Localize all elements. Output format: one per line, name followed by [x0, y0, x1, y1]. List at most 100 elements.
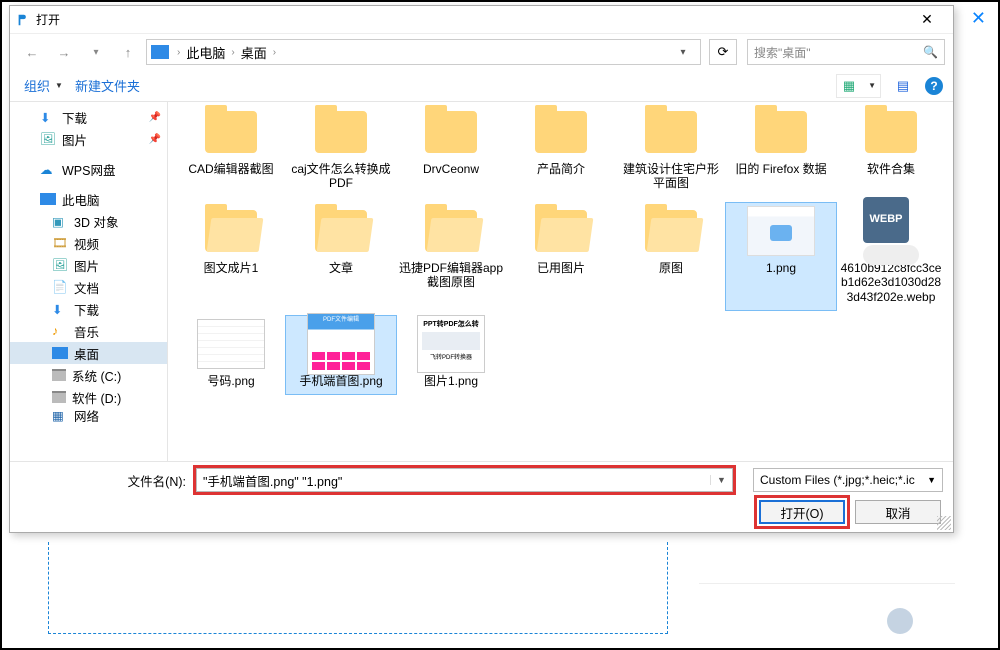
nav-forward-button[interactable]: → [50, 39, 78, 65]
watermark: 路由器luyouqi.com [887, 605, 978, 636]
pin-icon: 📌 [149, 134, 161, 145]
file-item[interactable]: PPT转PDF怎么转飞转PDF转换器图片1.png [396, 316, 506, 394]
filename-label: 文件名(N): [20, 471, 190, 490]
sidebar-item-drive[interactable]: 系统 (C:) [10, 364, 167, 386]
filename-history-dropdown[interactable]: ▼ [710, 475, 732, 485]
chevron-right-icon: › [269, 47, 280, 58]
open-dialog: 打开 ✕ ← → ▾ ↑ › 此电脑 › 桌面 › ▾ ⟳ 搜索"桌面" 🔍 组… [9, 5, 954, 533]
file-item[interactable]: PDF文件编辑手机端首图.png [286, 316, 396, 394]
folder-icon [636, 106, 706, 158]
open-button[interactable]: 打开(O) [759, 500, 845, 524]
folder-item[interactable]: 已用图片 [506, 203, 616, 310]
file-name: 建筑设计住宅户形平面图 [618, 162, 724, 191]
folder-icon [416, 106, 486, 158]
file-item[interactable]: 1.png [726, 203, 836, 310]
file-item[interactable]: 号码.png [176, 316, 286, 394]
folder-icon [856, 106, 926, 158]
refresh-button[interactable]: ⟳ [709, 39, 737, 65]
cancel-button[interactable]: 取消 [855, 500, 941, 524]
file-thumbnail [196, 318, 266, 370]
dialog-title: 打开 [36, 11, 60, 28]
sidebar-item-label: 桌面 [74, 344, 99, 363]
sidebar-item-download[interactable]: ⬇下载📌 [10, 106, 167, 128]
folder-item[interactable]: DrvCeonw [396, 104, 506, 197]
navbar: ← → ▾ ↑ › 此电脑 › 桌面 › ▾ ⟳ 搜索"桌面" 🔍 [10, 34, 953, 70]
folder-item[interactable]: 产品简介 [506, 104, 616, 197]
preview-pane-button[interactable]: ▤ [891, 75, 915, 97]
file-name: DrvCeonw [398, 162, 504, 176]
file-name: 已用图片 [508, 261, 614, 275]
folder-icon [526, 106, 596, 158]
sidebar-item-label: 音乐 [74, 322, 99, 341]
file-name: 产品简介 [508, 162, 614, 176]
sidebar-item-video[interactable]: 🎞视频 [10, 232, 167, 254]
view-mode-button[interactable]: ▦▼ [836, 74, 881, 98]
file-grid[interactable]: CAD编辑器截图 caj文件怎么转换成PDF DrvCeonw 产品简介建筑设计住宅户… [168, 102, 953, 461]
sidebar-item-3d[interactable]: ▣3D 对象 [10, 210, 167, 232]
folder-item[interactable]: 建筑设计住宅户形平面图 [616, 104, 726, 197]
resize-grip[interactable] [937, 516, 951, 530]
sidebar-item-doc[interactable]: 📄文档 [10, 276, 167, 298]
folder-icon [526, 205, 596, 257]
sidebar-item-pc[interactable]: 此电脑 [10, 188, 167, 210]
organize-menu[interactable]: 组织▼ [20, 74, 67, 97]
file-name: 手机端首图.png [288, 374, 394, 388]
close-button[interactable]: ✕ [907, 11, 947, 28]
file-name: 原图 [618, 261, 724, 275]
sidebar-item-download[interactable]: ⬇下载 [10, 298, 167, 320]
nav-history-button[interactable]: ▾ [82, 39, 110, 65]
doc-icon: 📄 [52, 280, 68, 294]
titlebar: 打开 ✕ [10, 6, 953, 34]
sidebar-item-label: 图片 [74, 256, 99, 275]
sidebar-item-label: 下载 [74, 300, 99, 319]
sidebar-item-drive[interactable]: 软件 (D:) [10, 386, 167, 408]
sidebar-item-desktop[interactable]: 桌面 [10, 342, 167, 364]
folder-item[interactable]: 软件合集 [836, 104, 946, 197]
nav-back-button[interactable]: ← [18, 39, 46, 65]
folder-item[interactable]: caj文件怎么转换成PDF [286, 104, 396, 197]
toolbar: 组织▼ 新建文件夹 ▦▼ ▤ ? [10, 70, 953, 102]
folder-item[interactable]: 文章 [286, 203, 396, 310]
file-type-filter[interactable]: Custom Files (*.jpg;*.heic;*.ic▼ [753, 468, 943, 492]
folder-item[interactable]: 迅捷PDF编辑器app截图原图 [396, 203, 506, 310]
breadcrumb-root[interactable]: 此电脑 [186, 43, 225, 62]
file-thumbnail: PDF文件编辑 [306, 318, 376, 370]
music-icon: ♪ [52, 324, 68, 338]
wps-icon: ☁ [40, 162, 56, 176]
folder-item[interactable]: 图文成片1 [176, 203, 286, 310]
sidebar-item-music[interactable]: ♪ 音乐 [10, 320, 167, 342]
location-icon [151, 45, 169, 59]
file-name: CAD编辑器截图 [178, 162, 284, 176]
nav-up-button[interactable]: ↑ [114, 39, 142, 65]
folder-icon [306, 205, 376, 257]
file-name: 软件合集 [838, 162, 944, 176]
bottom-bar: 文件名(N): ▼ Custom Files (*.jpg;*.heic;*.i… [10, 461, 953, 532]
sidebar-item-picture[interactable]: 🖼图片 [10, 254, 167, 276]
sidebar-item-net[interactable]: ▦网络 [10, 408, 167, 422]
folder-item[interactable]: 原图 [616, 203, 726, 310]
folder-item[interactable]: CAD编辑器截图 [176, 104, 286, 197]
sidebar-item-label: 图片 [62, 130, 87, 149]
sidebar-item-label: 下载 [62, 108, 87, 127]
file-item[interactable]: WEBP4610b912c8fcc3ceb1d62e3d1030d283d43f… [836, 203, 946, 310]
file-name: caj文件怎么转换成PDF [288, 162, 394, 191]
sidebar-item-label: 此电脑 [62, 190, 100, 209]
filename-input[interactable] [197, 469, 710, 491]
file-name: 图片1.png [398, 374, 504, 388]
file-name: 旧的 Firefox 数据 [728, 162, 834, 176]
sidebar-item-wps[interactable]: ☁WPS网盘 [10, 158, 167, 180]
breadcrumb[interactable]: › 此电脑 › 桌面 › ▾ [146, 39, 701, 65]
drive-icon [52, 369, 66, 381]
breadcrumb-dropdown[interactable]: ▾ [670, 47, 696, 58]
breadcrumb-folder[interactable]: 桌面 [241, 43, 267, 62]
search-input[interactable]: 搜索"桌面" 🔍 [747, 39, 945, 65]
folder-item[interactable]: 旧的 Firefox 数据 [726, 104, 836, 197]
new-folder-button[interactable]: 新建文件夹 [71, 74, 144, 97]
sidebar-item-label: 软件 (D:) [72, 388, 121, 407]
bg-close-icon[interactable]: ✕ [971, 8, 986, 29]
help-button[interactable]: ? [925, 77, 943, 95]
sidebar-item-picture[interactable]: 🖼图片📌 [10, 128, 167, 150]
watermark-logo [887, 608, 913, 634]
sidebar-item-label: 网络 [74, 408, 99, 422]
chevron-down-icon: ▼ [927, 475, 936, 485]
